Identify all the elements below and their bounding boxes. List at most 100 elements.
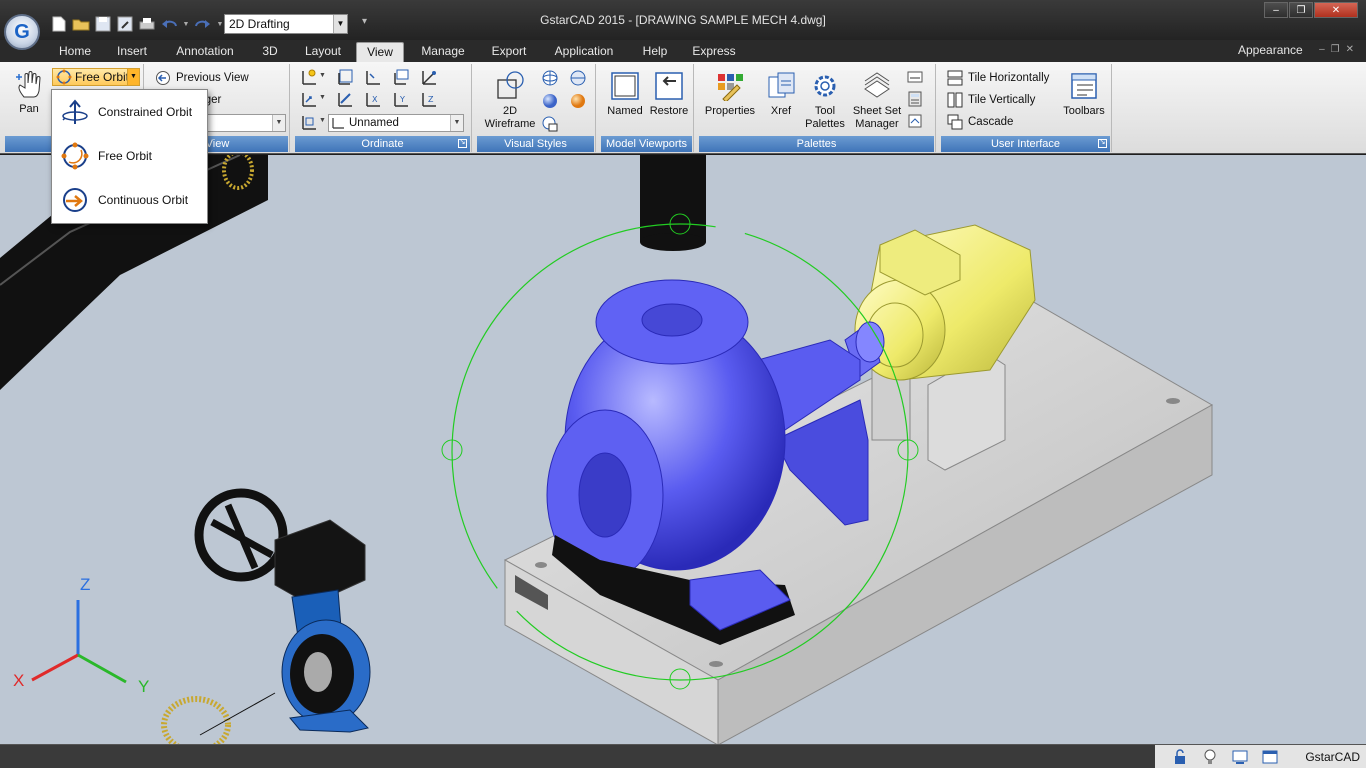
restore-viewport-icon (653, 70, 685, 102)
suction-bore (578, 452, 632, 538)
minimize-button[interactable]: – (1264, 2, 1288, 18)
clean-screen-icon[interactable] (1261, 748, 1279, 766)
pan-button[interactable]: Pan (8, 68, 50, 116)
tab-view[interactable]: View (356, 42, 404, 62)
leader-line (199, 692, 276, 736)
panel-view-title-text: View (205, 138, 230, 150)
tile-vertical-icon (946, 91, 964, 109)
bolt-hole (535, 562, 547, 568)
pan-hand-icon (13, 68, 45, 100)
chevron-down-icon[interactable]: ▼ (319, 72, 326, 79)
panel-model-viewports: Named Restore Model Viewports (600, 64, 694, 152)
panel-ordinate-title-text: Ordinate (361, 138, 404, 150)
named-label: Named (607, 105, 643, 117)
chevron-down-icon[interactable]: ▼ (319, 94, 326, 101)
ucs-zaxis-icon[interactable] (336, 90, 354, 108)
dialog-launcher-icon[interactable]: ↘ (1098, 139, 1107, 148)
tab-express[interactable]: Express (690, 42, 738, 62)
dialog-launcher-icon[interactable]: ↘ (458, 139, 467, 148)
panel-ordinate-title: Ordinate ↘ (295, 136, 470, 152)
ucs-z-icon[interactable]: Z (420, 90, 438, 108)
toolbars-button[interactable]: Toolbars (1060, 70, 1108, 118)
calculator-icon[interactable] (906, 90, 924, 108)
2d-wireframe-label-1: 2D (502, 105, 518, 117)
named-viewport-icon (609, 70, 641, 102)
3d-wireframe-icon[interactable] (540, 68, 560, 88)
chevron-down-icon: ▼ (272, 115, 285, 131)
tab-help[interactable]: Help (636, 42, 674, 62)
menu-item-constrained-orbit-label: Constrained Orbit (98, 105, 193, 119)
chevron-down-icon[interactable]: ▼ (319, 117, 326, 124)
cascade-icon (946, 113, 964, 131)
ucs-face-icon[interactable] (364, 68, 382, 86)
visual-style-manager-icon[interactable] (540, 114, 560, 134)
toolbars-label: Toolbars (1063, 105, 1105, 117)
cascade-button[interactable]: Cascade (946, 112, 1013, 132)
orbit-split-button[interactable]: Free Orbit ▼ (52, 68, 140, 86)
sheet-set-icon (861, 70, 893, 102)
restore-viewports-button[interactable]: Restore (648, 70, 690, 118)
command-line-icon[interactable] (906, 68, 924, 86)
ucs-named-icon[interactable] (300, 113, 318, 131)
markup-icon[interactable] (906, 112, 924, 130)
menu-item-continuous-orbit[interactable]: Continuous Orbit (52, 180, 207, 220)
application-menu-button[interactable]: G (4, 14, 40, 50)
bolt-hole (1166, 398, 1180, 404)
orbit-dropdown-arrow[interactable]: ▼ (127, 69, 139, 85)
tab-annotation[interactable]: Annotation (170, 42, 240, 62)
gstarcad-window: ▼ ▼ 2D Drafting ▼ ▾ GstarCAD 2015 - [DRA… (0, 0, 1366, 768)
close-button[interactable]: ✕ (1314, 2, 1358, 18)
realistic-style-icon[interactable] (540, 91, 560, 111)
panel-palettes: Properties Xref Tool Palettes Sheet Set … (698, 64, 936, 152)
ucs-origin-icon[interactable] (300, 90, 318, 108)
valve-disc (304, 652, 332, 692)
tab-home[interactable]: Home (52, 42, 98, 62)
tool-palettes-label-2: Palettes (805, 118, 845, 130)
panel-user-interface-title-text: User Interface (990, 138, 1061, 150)
conceptual-style-icon[interactable] (568, 91, 588, 111)
tab-3d[interactable]: 3D (256, 42, 284, 62)
tile-vertically-button[interactable]: Tile Vertically (946, 90, 1035, 110)
drawing-viewport[interactable]: Z X Y (0, 155, 1366, 744)
tab-export[interactable]: Export (486, 42, 532, 62)
lightbulb-icon[interactable] (1201, 748, 1219, 766)
ucs-world-icon[interactable] (300, 68, 318, 86)
vertical-pipe (640, 155, 706, 242)
previous-view-button[interactable]: Previous View (154, 68, 249, 88)
ucs-y-icon[interactable]: Y (392, 90, 410, 108)
toolbars-icon (1068, 70, 1100, 102)
xref-button[interactable]: Xref (760, 70, 802, 118)
vertical-pipe-end (640, 233, 706, 251)
tab-layout[interactable]: Layout (298, 42, 348, 62)
sheet-set-label-2: Manager (855, 118, 899, 130)
ucs-object-icon[interactable] (336, 68, 354, 86)
tab-application[interactable]: Application (548, 42, 620, 62)
sheet-set-manager-button[interactable]: Sheet Set Manager (850, 70, 904, 131)
menu-item-constrained-orbit[interactable]: Constrained Orbit (52, 92, 207, 132)
tab-manage[interactable]: Manage (414, 42, 472, 62)
ucs-3point-icon[interactable] (420, 68, 438, 86)
ucs-x-icon[interactable]: X (364, 90, 382, 108)
xref-icon (765, 70, 797, 102)
tab-insert[interactable]: Insert (110, 42, 154, 62)
hardware-acceleration-icon[interactable] (1231, 748, 1249, 766)
lock-icon[interactable] (1171, 748, 1189, 766)
tool-palettes-label-1: Tool (814, 105, 836, 117)
hidden-style-icon[interactable] (568, 68, 588, 88)
ribbon-window-controls[interactable]: –❐✕ (1319, 44, 1360, 55)
tool-palettes-button[interactable]: Tool Palettes (802, 70, 848, 131)
tile-horizontally-button[interactable]: Tile Horizontally (946, 68, 1049, 88)
ucs-combo[interactable]: Unnamed ▼ (328, 114, 464, 132)
ucs-view-icon[interactable] (392, 68, 410, 86)
appearance-menu[interactable]: Appearance (1238, 43, 1303, 57)
restore-label: Restore (649, 105, 689, 117)
2d-wireframe-button[interactable]: 2D Wireframe (480, 70, 540, 131)
axis-z-label: Z (80, 575, 91, 594)
menu-item-free-orbit[interactable]: Free Orbit (52, 136, 207, 176)
restore-button[interactable]: ❐ (1289, 2, 1313, 18)
axis-y-label: Y (138, 677, 150, 696)
cascade-label: Cascade (968, 116, 1014, 128)
ucs-axis-icon (332, 118, 344, 129)
named-viewports-button[interactable]: Named (604, 70, 646, 118)
properties-button[interactable]: Properties (702, 70, 758, 118)
